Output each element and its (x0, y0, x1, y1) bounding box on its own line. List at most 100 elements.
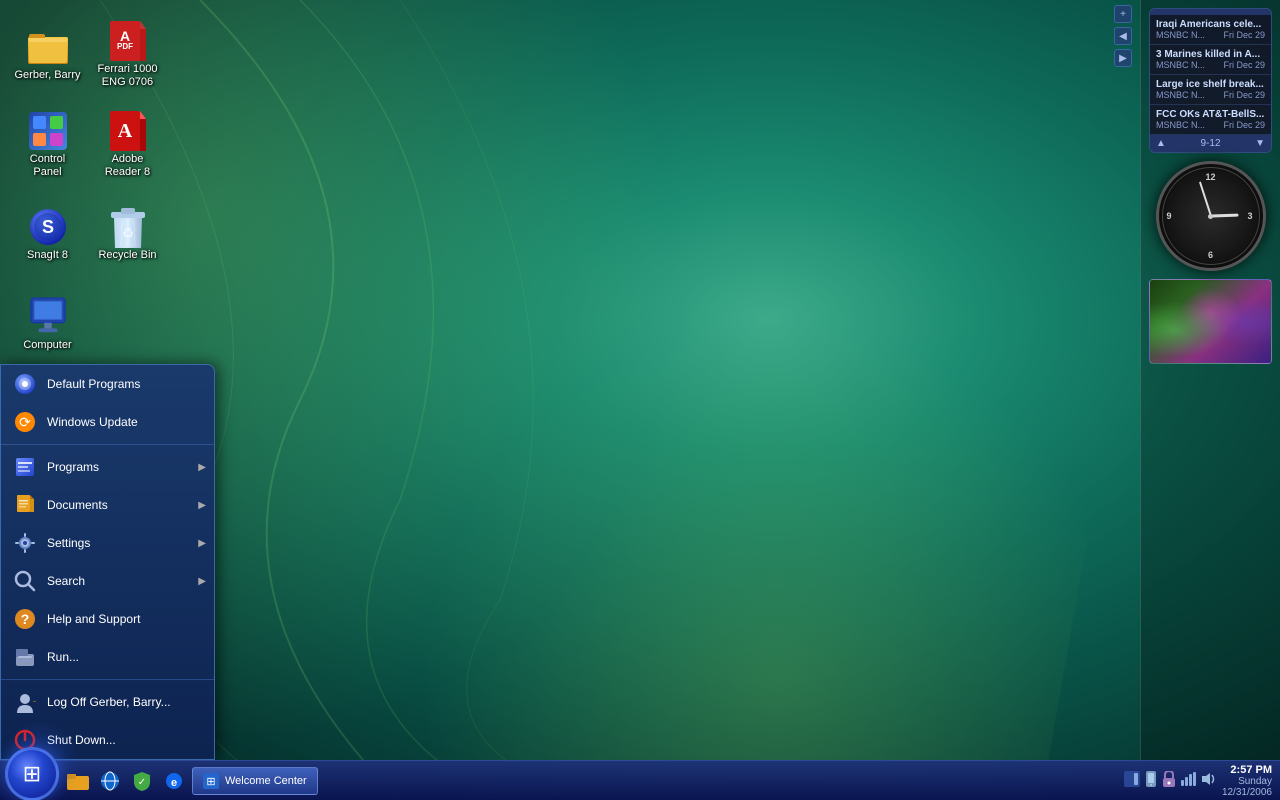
clock-center (1208, 214, 1213, 219)
taskbar-clock-time: 2:57 PM (1222, 764, 1272, 776)
clock-gadget: 12 3 6 9 (1149, 161, 1272, 271)
news-source-1: MSNBC N... Fri Dec 29 (1156, 30, 1265, 40)
clock-minute-hand (1198, 181, 1211, 216)
news-nav-page: 9-12 (1200, 138, 1220, 149)
svg-text:✓: ✓ (138, 777, 146, 788)
desktop-icon-computer[interactable]: Computer (10, 280, 85, 370)
search-label: Search (47, 574, 85, 588)
desktop-icon-gerber-barry[interactable]: Gerber, Barry (10, 10, 85, 100)
icon-label-recycle-bin: Recycle Bin (98, 249, 156, 262)
news-nav-prev[interactable]: ▲ (1156, 138, 1166, 149)
tray-lock-icon[interactable] (1162, 771, 1176, 790)
svg-text:?: ? (21, 611, 30, 627)
desktop-icon-adobe-reader[interactable]: A AdobeReader 8 (90, 100, 165, 190)
news-source-4: MSNBC N... Fri Dec 29 (1156, 120, 1265, 130)
shutdown-label: Shut Down... (47, 733, 116, 747)
vista-sidebar: + ◀ ▶ Iraqi Americans cele... MSNBC N...… (1140, 0, 1280, 800)
documents-label: Documents (47, 498, 108, 512)
photo-gadget[interactable] (1149, 279, 1272, 364)
news-item-4[interactable]: FCC OKs AT&T-BellS... MSNBC N... Fri Dec… (1150, 105, 1271, 135)
adobe-reader-icon: A (108, 111, 148, 151)
search-icon (13, 569, 37, 593)
desktop-icon-snagit[interactable]: S SnagIt 8 (10, 190, 85, 280)
start-menu-item-programs[interactable]: Programs ▶ (1, 448, 214, 486)
start-menu-item-windows-update[interactable]: ⟳ Windows Update (1, 403, 214, 441)
desktop-icon-recycle-bin[interactable]: ♻ Recycle Bin (90, 190, 165, 280)
computer-icon (28, 297, 68, 337)
system-tray (1124, 771, 1216, 790)
programs-icon (13, 455, 37, 479)
start-menu-item-default-programs[interactable]: Default Programs (1, 365, 214, 403)
documents-arrow: ▶ (198, 500, 206, 511)
taskbar-right: 2:57 PM Sunday12/31/2006 (1124, 764, 1280, 798)
recycle-bin-icon: ♻ (108, 207, 148, 247)
start-menu-item-logoff[interactable]: → Log Off Gerber, Barry... (1, 683, 214, 721)
logoff-icon: → (13, 690, 37, 714)
quick-launch-area: ✓ e ⊞ Welcome Center (64, 767, 1124, 795)
start-button[interactable] (5, 747, 59, 800)
start-menu-item-documents[interactable]: Documents ▶ (1, 486, 214, 524)
snagit-icon: S (28, 207, 68, 247)
clock-num-3: 3 (1247, 211, 1252, 221)
taskbar-clock[interactable]: 2:57 PM Sunday12/31/2006 (1222, 764, 1272, 798)
gadget-add-button[interactable]: + (1114, 5, 1132, 23)
news-item-1[interactable]: Iraqi Americans cele... MSNBC N... Fri D… (1150, 15, 1271, 45)
gadget-controls: + ◀ ▶ (1114, 5, 1132, 67)
settings-label: Settings (47, 536, 90, 550)
tray-network-icon[interactable] (1180, 772, 1196, 789)
run-label: Run... (47, 650, 79, 664)
help-icon: ? (13, 607, 37, 631)
svg-text:→: → (31, 695, 36, 705)
tray-device-icon[interactable] (1144, 771, 1158, 790)
start-menu: Default Programs ⟳ Windows Update (0, 364, 215, 760)
quick-launch-folders[interactable] (64, 767, 92, 795)
svg-text:⟳: ⟳ (19, 414, 31, 430)
clock-face: 12 3 6 9 (1156, 161, 1266, 271)
default-programs-icon (13, 372, 37, 396)
news-nav-next[interactable]: ▼ (1255, 138, 1265, 149)
news-title-2: 3 Marines killed in A... (1156, 49, 1265, 60)
programs-arrow: ▶ (198, 462, 206, 473)
control-panel-icon (28, 111, 68, 151)
taskbar: ✓ e ⊞ Welcome Center (0, 760, 1280, 800)
clock-num-9: 9 (1167, 211, 1172, 221)
settings-arrow: ▶ (198, 538, 206, 549)
run-icon (13, 645, 37, 669)
news-title-3: Large ice shelf break... (1156, 79, 1265, 90)
desktop: Gerber, Barry PDF A Ferrari 1000ENG 0706 (0, 0, 1280, 800)
programs-label: Programs (47, 460, 99, 474)
search-arrow: ▶ (198, 576, 206, 587)
desktop-icon-control-panel[interactable]: ControlPanel (10, 100, 85, 190)
taskbar-app-welcome-center[interactable]: ⊞ Welcome Center (192, 767, 318, 795)
svg-text:⊞: ⊞ (206, 776, 215, 788)
documents-icon (13, 493, 37, 517)
start-menu-item-run[interactable]: Run... (1, 638, 214, 676)
svg-text:A: A (117, 120, 132, 142)
tray-sidebar-icon[interactable] (1124, 771, 1140, 790)
news-source-2: MSNBC N... Fri Dec 29 (1156, 60, 1265, 70)
news-item-3[interactable]: Large ice shelf break... MSNBC N... Fri … (1150, 75, 1271, 105)
clock-hour-hand (1210, 214, 1238, 218)
clock-num-6: 6 (1208, 250, 1213, 260)
gadget-next-button[interactable]: ▶ (1114, 49, 1132, 67)
windows-update-icon: ⟳ (13, 410, 37, 434)
gadget-prev-button[interactable]: ◀ (1114, 27, 1132, 45)
icon-label-snagit: SnagIt 8 (27, 249, 68, 262)
start-menu-item-settings[interactable]: Settings ▶ (1, 524, 214, 562)
desktop-icon-ferrari[interactable]: PDF A Ferrari 1000ENG 0706 (90, 10, 165, 100)
start-menu-item-search[interactable]: Search ▶ (1, 562, 214, 600)
news-item-2[interactable]: 3 Marines killed in A... MSNBC N... Fri … (1150, 45, 1271, 75)
icon-label-adobe-reader: AdobeReader 8 (105, 153, 150, 179)
icon-label-computer: Computer (23, 339, 71, 352)
news-navigation: ▲ 9-12 ▼ (1150, 135, 1271, 152)
quick-launch-ie[interactable]: e (160, 767, 188, 795)
start-menu-item-help[interactable]: ? Help and Support (1, 600, 214, 638)
icon-label-ferrari: Ferrari 1000ENG 0706 (98, 63, 158, 89)
windows-update-label: Windows Update (47, 415, 138, 429)
quick-launch-internet[interactable] (96, 767, 124, 795)
tray-volume-icon[interactable] (1200, 772, 1216, 789)
quick-launch-shield[interactable]: ✓ (128, 767, 156, 795)
folder-icon (28, 27, 68, 67)
pdf-icon: PDF A (108, 21, 148, 61)
clock-num-12: 12 (1205, 172, 1215, 182)
